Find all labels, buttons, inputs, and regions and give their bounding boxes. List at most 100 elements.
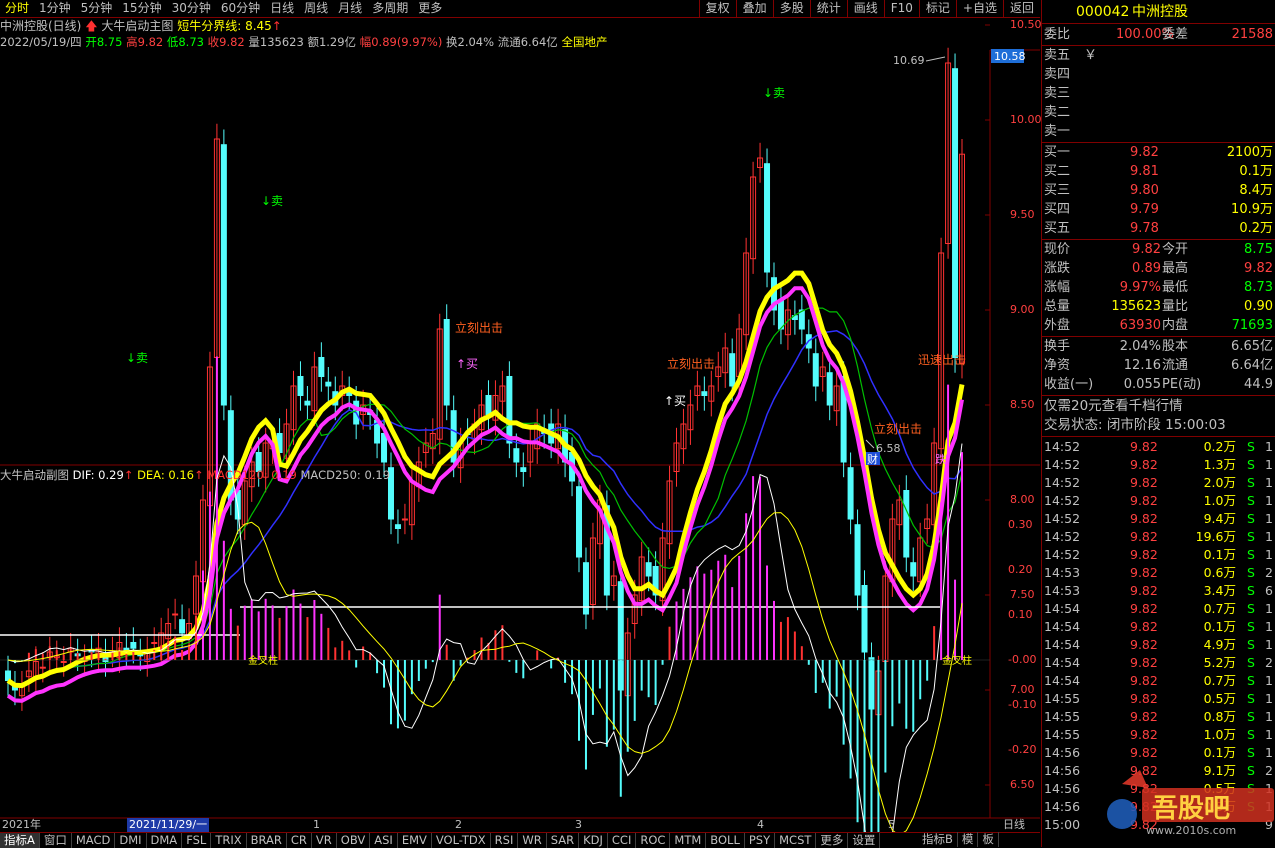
tick-side: S <box>1247 547 1255 562</box>
sell-level-label: 卖五 <box>1044 48 1071 63</box>
exit-signal: 立刻出击 <box>667 356 715 371</box>
stat-label: 涨跌 <box>1044 261 1071 276</box>
tick-time: 14:55 <box>1044 691 1081 706</box>
gold-cross-label: 金叉柱 <box>942 654 972 667</box>
tick-row: 14:54 9.82 5.2万 S 2 <box>1042 654 1275 672</box>
buy-level-volume: 0.2万 <box>1239 221 1273 236</box>
tick-row: 14:56 9.82 0.1万 S 1 <box>1042 744 1275 762</box>
tick-count: 1 <box>1265 511 1273 526</box>
indicator-tab[interactable]: MACD <box>72 833 116 848</box>
candle-body <box>485 395 492 415</box>
tick-price: 9.82 <box>1130 457 1158 472</box>
indicator-tab[interactable]: MTM <box>670 833 707 848</box>
tick-volume: 9.4万 <box>1203 511 1236 526</box>
buy-level-volume: 10.9万 <box>1231 202 1273 217</box>
x-label: 4 <box>757 818 764 831</box>
indicator-tab[interactable]: 指标A <box>0 833 40 848</box>
tick-volume: 1.0万 <box>1203 493 1236 508</box>
indicator-tab[interactable]: OBV <box>337 833 371 848</box>
indicator-tab[interactable]: VOL-TDX <box>432 833 491 848</box>
indicator-tab[interactable]: DMI <box>115 833 147 848</box>
indicator-b-tab[interactable]: 指标B <box>918 832 958 847</box>
tick-count: 1 <box>1265 673 1273 688</box>
price-axis-label: 10.00 <box>1010 113 1042 126</box>
tick-row: 14:52 9.82 0.2万 S 1 <box>1042 438 1275 456</box>
tick-time: 14:54 <box>1044 655 1081 670</box>
sell-level-price: ￥ <box>1084 48 1098 63</box>
indicator-tab[interactable]: 窗口 <box>40 833 72 848</box>
indicator-tab[interactable]: FSL <box>182 833 212 848</box>
candle-body <box>401 518 408 521</box>
indicator-b-tab[interactable]: 模 <box>958 832 979 847</box>
weicha-value: 21588 <box>1231 27 1273 42</box>
buy-level-volume: 8.4万 <box>1239 183 1273 198</box>
tick-volume: 0.1万 <box>1203 619 1236 634</box>
indicator-tab[interactable]: RSI <box>491 833 519 848</box>
indicator-tab[interactable]: 设置 <box>848 833 881 848</box>
indicator-tab[interactable]: DMA <box>147 833 183 848</box>
tick-volume: 1.3万 <box>1203 457 1236 472</box>
candle-body <box>777 300 784 330</box>
candles <box>5 47 965 730</box>
indicator-tab[interactable]: CCI <box>608 833 637 848</box>
price-axis-label: 9.00 <box>1010 303 1035 316</box>
stat-value: 0.90 <box>1244 299 1273 314</box>
kline-chart[interactable]: 10.58 10.69 6.58 ↓卖 ↓卖 ↓卖 ↑买 ↑买 立刻出击 立刻出… <box>0 0 1040 832</box>
indicator-tab[interactable]: KDJ <box>579 833 608 848</box>
candle-body <box>854 524 861 596</box>
stat-value: 71693 <box>1231 318 1273 333</box>
x-period-label[interactable]: 日线 <box>1003 818 1025 832</box>
indicator-tab[interactable]: 更多 <box>816 833 849 848</box>
candle-body <box>318 357 325 377</box>
tick-price: 9.82 <box>1130 493 1158 508</box>
stat-label: 换手 <box>1044 339 1071 354</box>
sell-signal: ↓卖 <box>126 351 148 365</box>
candle-body <box>847 467 854 520</box>
price-axis-label: 6.50 <box>1010 778 1035 791</box>
sub-chart-title: 大牛启动副图 DIF: 0.29↑ DEA: 0.16↑ MACD120: 0.… <box>0 467 390 483</box>
buy-level-price: 9.79 <box>1130 202 1159 217</box>
indicator-tab[interactable]: TRIX <box>211 833 247 848</box>
buy-level-price: 9.81 <box>1130 164 1159 179</box>
candle-body <box>701 391 708 397</box>
promo-banner[interactable]: 仅需20元查看千档行情 <box>1044 397 1275 416</box>
tick-time: 14:55 <box>1044 727 1081 742</box>
stat-value: 6.64亿 <box>1231 358 1273 373</box>
tick-price: 9.82 <box>1130 745 1158 760</box>
indicator-tab[interactable]: BOLL <box>706 833 745 848</box>
indicator-tab[interactable]: EMV <box>398 833 432 848</box>
stat-value: 2.04% <box>1119 339 1161 354</box>
tick-volume: 19.6万 <box>1195 529 1236 544</box>
indicator-tab[interactable]: CR <box>287 833 312 848</box>
sub-axis-label: 0.30 <box>1008 518 1033 531</box>
indicator-tab[interactable]: BRAR <box>247 833 287 848</box>
tick-side: S <box>1247 511 1255 526</box>
tick-count: 1 <box>1265 745 1273 760</box>
tick-side: S <box>1247 439 1255 454</box>
stat-value: 8.75 <box>1244 242 1273 257</box>
sub-axis-label: -0.00 <box>1008 653 1037 666</box>
indicator-tab[interactable]: VR <box>312 833 337 848</box>
tick-volume: 2.0万 <box>1203 475 1236 490</box>
price-axis-label: 10.50 <box>1010 18 1042 31</box>
indicator-tab[interactable]: ROC <box>636 833 671 848</box>
tick-count: 1 <box>1265 727 1273 742</box>
tick-count: 1 <box>1265 691 1273 706</box>
sub-axis-label: 0.20 <box>1008 563 1033 576</box>
indicator-tab[interactable]: WR <box>518 833 547 848</box>
indicator-b-tab[interactable]: 板 <box>978 832 999 847</box>
candle-body <box>172 613 179 616</box>
stat-label: 最高 <box>1162 261 1189 276</box>
tick-time: 14:54 <box>1044 673 1081 688</box>
tick-price: 9.82 <box>1130 619 1158 634</box>
low-annotation-line <box>865 439 875 449</box>
indicator-tab[interactable]: SAR <box>547 833 580 848</box>
sub-chart-name[interactable]: 大牛启动副图 <box>0 468 69 482</box>
indicator-tab[interactable]: ASI <box>370 833 398 848</box>
tick-price: 9.82 <box>1130 655 1158 670</box>
tick-row: 14:52 9.82 2.0万 S 1 <box>1042 474 1275 492</box>
indicator-tab[interactable]: PSY <box>745 833 776 848</box>
sell-signal: ↓卖 <box>763 86 785 100</box>
tick-price: 9.82 <box>1130 691 1158 706</box>
indicator-tab[interactable]: MCST <box>775 833 817 848</box>
